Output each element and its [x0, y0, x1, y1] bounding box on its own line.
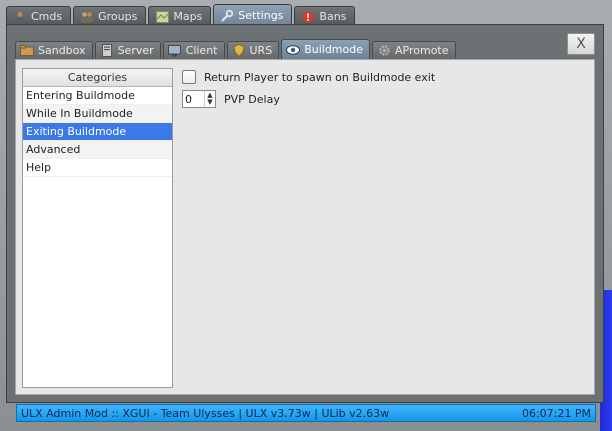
- pvp-delay-value: 0: [185, 92, 192, 106]
- tab-apromote[interactable]: APromote: [372, 41, 456, 59]
- tab-urs[interactable]: URS: [226, 41, 280, 59]
- tab-settings[interactable]: Settings: [213, 4, 293, 26]
- tab-server[interactable]: Server: [94, 41, 161, 59]
- category-advanced[interactable]: Advanced: [23, 141, 172, 159]
- return-spawn-checkbox[interactable]: [182, 70, 196, 84]
- top-tab-bar: Cmds Groups Maps Settings Bans: [6, 4, 356, 26]
- buildmode-panel: Categories Entering Buildmode While In B…: [15, 59, 595, 395]
- return-spawn-row: Return Player to spawn on Buildmode exit: [182, 68, 582, 86]
- category-entering-buildmode[interactable]: Entering Buildmode: [23, 87, 172, 105]
- tab-cmds-label: Cmds: [31, 10, 63, 23]
- tab-server-label: Server: [117, 44, 154, 57]
- settings-area: Return Player to spawn on Buildmode exit…: [182, 68, 582, 112]
- settings-window: Sandbox Server Client URS Buildmode APro…: [6, 24, 604, 403]
- settings-tab-bar: Sandbox Server Client URS Buildmode APro…: [15, 39, 456, 59]
- tab-settings-label: Settings: [238, 9, 284, 22]
- return-spawn-label: Return Player to spawn on Buildmode exit: [204, 70, 436, 84]
- pvp-delay-label: PVP Delay: [224, 92, 280, 106]
- pvp-delay-row: 0 ▲ ▼ PVP Delay: [182, 90, 582, 108]
- tab-buildmode[interactable]: Buildmode: [281, 39, 370, 59]
- person-icon: [13, 10, 27, 24]
- status-time: 06:07:21 PM: [521, 406, 591, 420]
- status-text: ULX Admin Mod :: XGUI - Team Ulysses | U…: [21, 406, 390, 420]
- users-icon: [80, 10, 94, 24]
- tab-groups[interactable]: Groups: [73, 6, 147, 26]
- category-while-in-buildmode[interactable]: While In Buildmode: [23, 105, 172, 123]
- alert-icon: [301, 10, 315, 24]
- shield-icon: [232, 44, 246, 58]
- tab-sandbox-label: Sandbox: [38, 44, 86, 57]
- tab-maps-label: Maps: [173, 10, 203, 23]
- tab-client-label: Client: [185, 44, 218, 57]
- tab-cmds[interactable]: Cmds: [6, 6, 72, 26]
- close-button[interactable]: X: [567, 33, 595, 55]
- tab-groups-label: Groups: [98, 10, 138, 23]
- server-icon: [100, 44, 114, 58]
- status-bar: ULX Admin Mod :: XGUI - Team Ulysses | U…: [16, 404, 596, 422]
- map-icon: [155, 10, 169, 24]
- pvp-delay-stepper[interactable]: 0 ▲ ▼: [182, 90, 216, 108]
- folder-icon: [20, 44, 34, 58]
- categories-header: Categories: [23, 69, 172, 87]
- eye-icon: [286, 43, 301, 57]
- close-icon: X: [576, 36, 586, 52]
- tab-apromote-label: APromote: [395, 44, 449, 57]
- gear-icon: [377, 44, 391, 58]
- category-help[interactable]: Help: [23, 159, 172, 177]
- stepper-arrows-icon[interactable]: ▲ ▼: [204, 91, 215, 107]
- categories-list: Categories Entering Buildmode While In B…: [22, 68, 173, 388]
- tab-maps[interactable]: Maps: [148, 6, 212, 26]
- tab-bans-label: Bans: [319, 10, 347, 23]
- tab-client[interactable]: Client: [162, 41, 225, 59]
- tab-bans[interactable]: Bans: [294, 6, 356, 26]
- tab-buildmode-label: Buildmode: [304, 43, 363, 56]
- wrench-icon: [220, 9, 234, 23]
- tab-urs-label: URS: [249, 44, 273, 57]
- monitor-icon: [168, 44, 182, 58]
- category-exiting-buildmode[interactable]: Exiting Buildmode: [23, 123, 172, 141]
- tab-sandbox[interactable]: Sandbox: [15, 41, 93, 59]
